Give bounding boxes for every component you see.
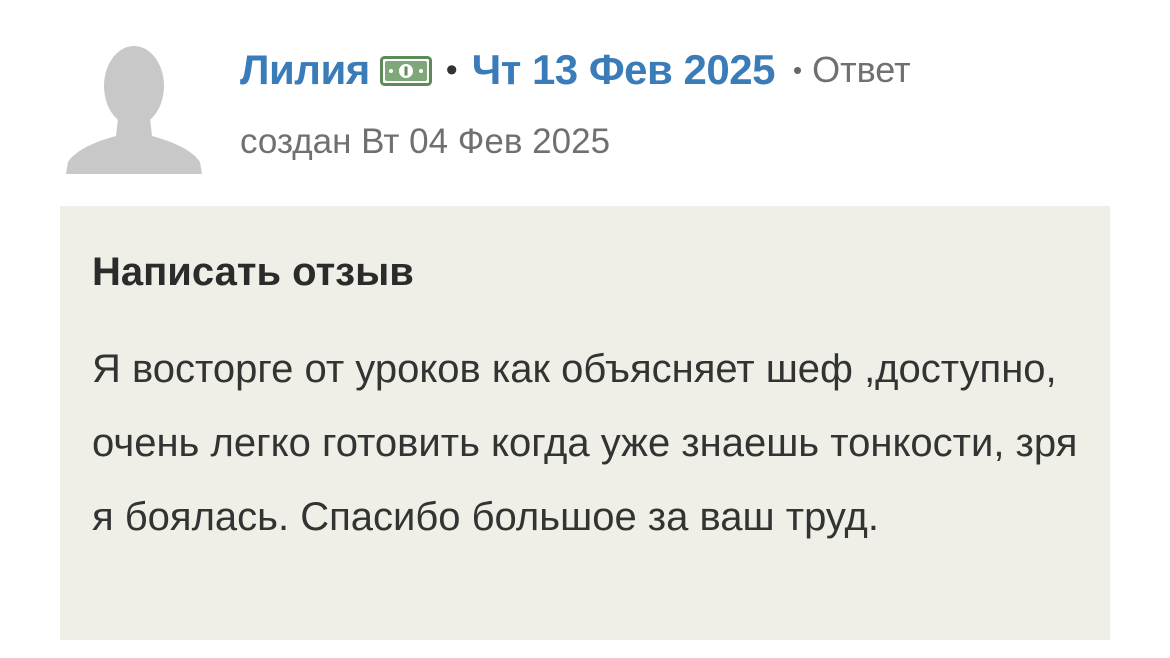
- separator-dot-small: •: [792, 54, 803, 85]
- user-avatar-icon[interactable]: [64, 38, 204, 174]
- review-box: Написать отзыв Я восторге от уроков как …: [60, 206, 1110, 640]
- created-date: создан Вт 04 Фев 2025: [240, 122, 611, 161]
- review-title: Написать отзыв: [92, 250, 414, 294]
- comment-date-link[interactable]: Чт 13 Фев 2025: [472, 46, 776, 94]
- separator-dot: •: [445, 50, 458, 89]
- review-text: Я восторге от уроков как объясняет шеф ,…: [92, 347, 1078, 539]
- money-bill-icon: [379, 56, 432, 86]
- reply-label: Ответ: [812, 49, 911, 90]
- author-name-link[interactable]: Лилия: [240, 46, 370, 94]
- comment-header: Лилия • Чт 13 Фев 2025 • Ответ: [240, 40, 911, 100]
